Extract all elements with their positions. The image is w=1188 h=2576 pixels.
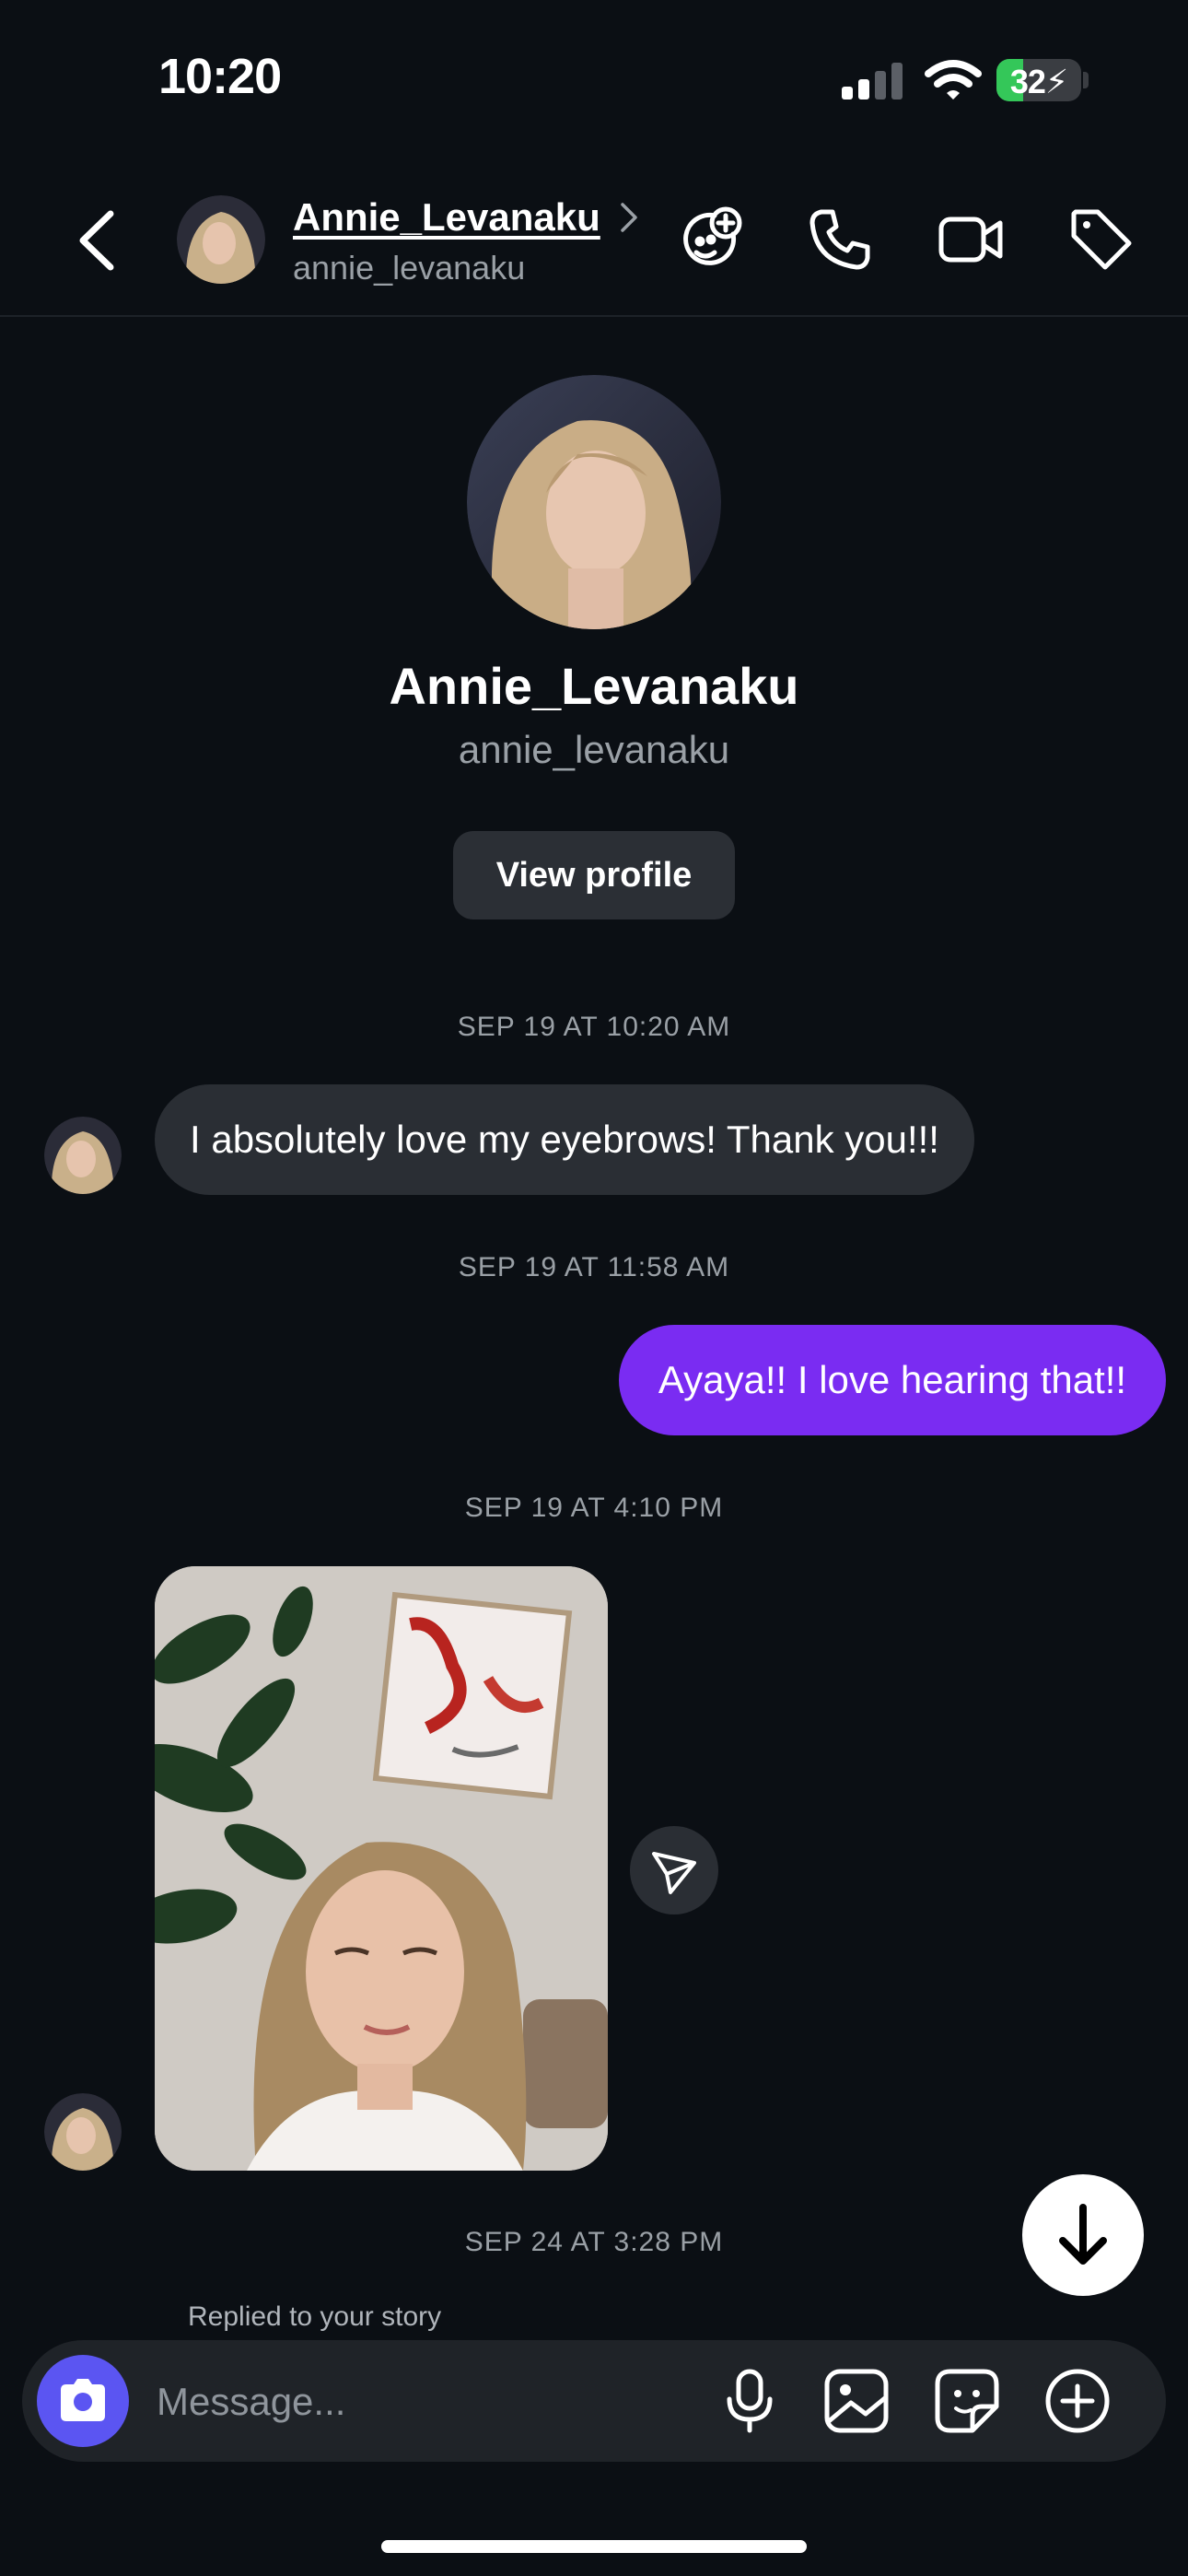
header-username: annie_levanaku <box>293 249 526 287</box>
back-chevron-icon[interactable] <box>74 208 122 273</box>
sender-avatar[interactable] <box>44 1117 122 1194</box>
replied-to-story-note: Replied to your story <box>188 2301 442 2332</box>
gallery-icon[interactable] <box>820 2364 893 2438</box>
message-timestamp: SEP 24 AT 3:28 PM <box>464 2227 724 2257</box>
profile-avatar[interactable] <box>467 375 721 629</box>
video-icon[interactable] <box>936 205 1006 275</box>
add-icon[interactable] <box>1041 2364 1114 2438</box>
sender-avatar[interactable] <box>44 2093 122 2171</box>
shared-photo[interactable] <box>155 1566 608 2171</box>
battery-percent: 32⚡ <box>1009 63 1068 100</box>
add-effect-icon[interactable] <box>674 205 744 275</box>
chevron-right-icon[interactable] <box>619 201 639 234</box>
message-timestamp: SEP 19 AT 11:58 AM <box>458 1252 730 1282</box>
wifi-icon <box>925 60 982 100</box>
message-timestamp: SEP 19 AT 10:20 AM <box>457 1012 731 1042</box>
battery-cap <box>1083 72 1089 88</box>
scroll-to-bottom-icon[interactable] <box>1022 2174 1144 2296</box>
message-input[interactable] <box>155 2373 674 2430</box>
header-avatar[interactable] <box>177 195 265 284</box>
profile-display-name: Annie_Levanaku <box>389 657 799 715</box>
outgoing-message-bubble[interactable]: Ayaya!! I love hearing that!! <box>619 1325 1166 1435</box>
phone-icon[interactable] <box>805 205 875 275</box>
message-timestamp: SEP 19 AT 4:10 PM <box>464 1493 724 1523</box>
tag-icon[interactable] <box>1066 205 1136 275</box>
profile-username: annie_levanaku <box>458 728 730 771</box>
header-divider <box>0 315 1188 317</box>
incoming-message-bubble[interactable]: I absolutely love my eyebrows! Thank you… <box>155 1084 974 1195</box>
view-profile-button[interactable]: View profile <box>453 831 735 919</box>
share-icon[interactable] <box>630 1826 718 1914</box>
header-display-name[interactable]: Annie_Levanaku <box>293 195 600 240</box>
camera-icon[interactable] <box>37 2355 129 2447</box>
signal-icon <box>842 63 903 100</box>
microphone-icon[interactable] <box>713 2364 786 2438</box>
battery-charging-icon: 32⚡ <box>996 59 1081 101</box>
home-indicator[interactable] <box>381 2540 807 2553</box>
status-time: 10:20 <box>158 49 282 104</box>
sticker-icon[interactable] <box>930 2364 1004 2438</box>
